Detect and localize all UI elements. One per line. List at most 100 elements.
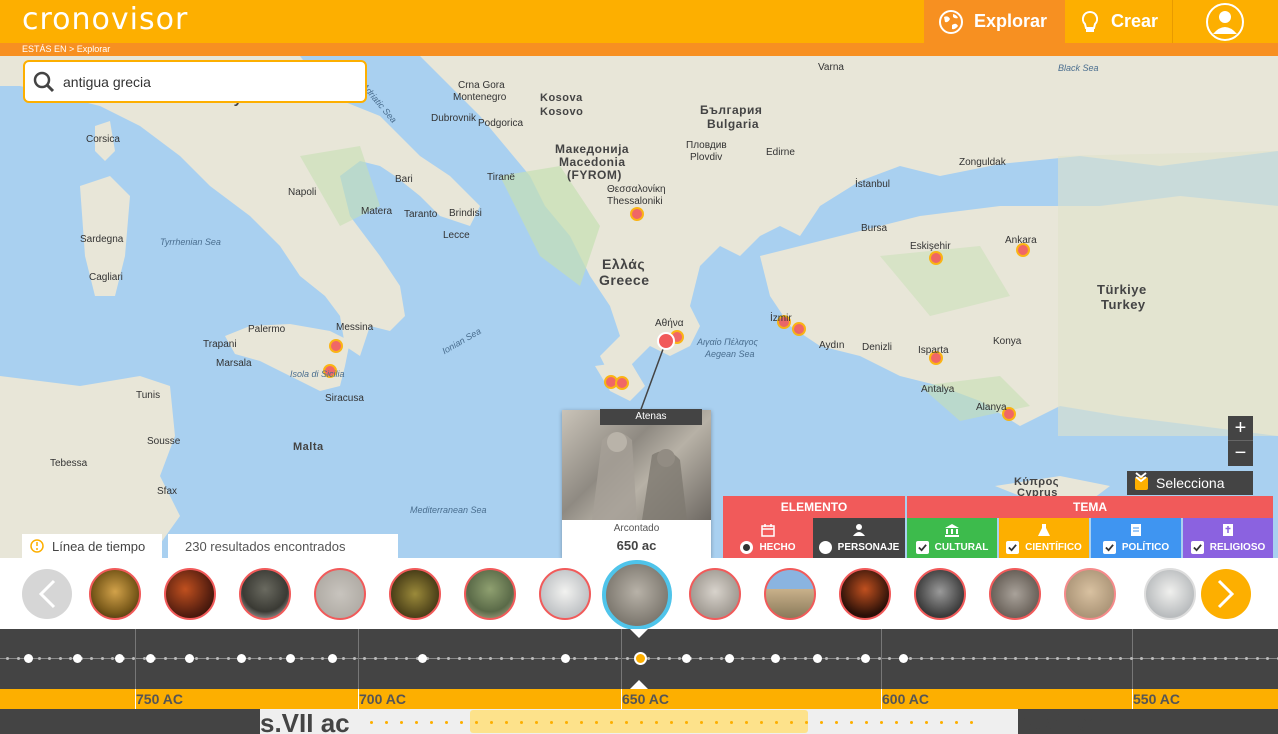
map-label: Brindisi	[449, 208, 482, 219]
result-thumbnail[interactable]	[764, 568, 816, 620]
clock-icon	[30, 539, 44, 553]
filter-cultural[interactable]: CULTURAL	[907, 518, 997, 558]
nav-explorar[interactable]: Explorar	[924, 0, 1065, 43]
result-thumbnail[interactable]	[464, 568, 516, 620]
timeline-track[interactable]	[0, 629, 1278, 689]
filter-hecho[interactable]: HECHO	[723, 518, 813, 558]
user-avatar-button[interactable]	[1205, 2, 1245, 42]
timeline-event-dot[interactable]	[861, 654, 870, 663]
map-label: Türkiye	[1097, 282, 1147, 297]
results-count: 230 resultados encontrados	[168, 534, 398, 558]
result-thumbnail[interactable]	[539, 568, 591, 620]
carousel-prev-button[interactable]	[22, 569, 72, 619]
checkbox-cientifico[interactable]	[1006, 540, 1020, 554]
result-thumbnail[interactable]	[1064, 568, 1116, 620]
timeline-event-dot[interactable]	[561, 654, 570, 663]
cronovisor-app: Varna Black Sea Crna Gora Montenegro Kos…	[0, 0, 1278, 734]
timeline-tick	[857, 657, 860, 660]
timeline-tick	[678, 657, 681, 660]
map-label: Cagliari	[89, 272, 123, 283]
timeline-tick	[1035, 657, 1038, 660]
filter-politico[interactable]: POLÍTICO	[1091, 518, 1181, 558]
timeline-event-dot[interactable]	[418, 654, 427, 663]
nav-explorar-label: Explorar	[974, 11, 1048, 31]
map-label: Antalya	[921, 384, 955, 395]
result-thumbnail[interactable]	[314, 568, 366, 620]
timeline-event-dot[interactable]	[115, 654, 124, 663]
century-event-dot	[400, 721, 403, 724]
result-thumbnail[interactable]	[914, 568, 966, 620]
timeline-event-dot[interactable]	[682, 654, 691, 663]
result-thumbnail[interactable]	[989, 568, 1041, 620]
map-label: Bursa	[861, 223, 888, 234]
century-event-dot	[760, 721, 763, 724]
result-thumbnail[interactable]	[164, 568, 216, 620]
timeline-tick	[69, 657, 72, 660]
filter-religioso[interactable]: RELIGIOSO	[1183, 518, 1273, 558]
timeline-tick	[752, 657, 755, 660]
tab-linea-tiempo[interactable]: Línea de tiempo	[22, 534, 162, 558]
logo[interactable]: cronovisor	[22, 2, 188, 37]
nav-crear[interactable]: Crear	[1065, 0, 1173, 43]
chevron-left-icon	[38, 579, 56, 609]
result-thumbnail[interactable]	[689, 568, 741, 620]
result-thumbnail[interactable]	[389, 568, 441, 620]
timeline-tick	[647, 657, 650, 660]
event-popup[interactable]: Arcontado 650 ac	[562, 410, 711, 558]
timeline-tick	[1056, 657, 1059, 660]
century-event-dot	[565, 721, 568, 724]
map-label: Aydın	[819, 340, 845, 351]
century-label[interactable]: s.VI ac	[1020, 708, 1102, 734]
timeline-tick	[1193, 657, 1196, 660]
map-label: Αθήνα	[655, 318, 684, 329]
timeline-event-dot[interactable]	[813, 654, 822, 663]
timeline-tick	[111, 657, 114, 660]
timeline-event-dot[interactable]	[899, 654, 908, 663]
timeline-event-dot[interactable]	[771, 654, 780, 663]
timeline-event-dot[interactable]	[328, 654, 337, 663]
timeline-event-dot[interactable]	[146, 654, 155, 663]
century-event-dot	[655, 721, 658, 724]
timeline-event-dot-active[interactable]	[634, 652, 647, 665]
timeline-event-dot[interactable]	[185, 654, 194, 663]
breadcrumb-current[interactable]: Explorar	[77, 44, 111, 54]
checkbox-politico[interactable]	[1102, 540, 1116, 554]
timeline-tick	[1182, 657, 1185, 660]
result-thumbnail[interactable]	[1144, 568, 1196, 620]
result-thumbnail[interactable]	[239, 568, 291, 620]
zoom-out-button[interactable]: −	[1228, 441, 1253, 466]
filter-religioso-label: RELIGIOSO	[1209, 541, 1266, 553]
filter-personaje[interactable]: PERSONAJE	[813, 518, 905, 558]
timeline-tick	[573, 657, 576, 660]
search-input[interactable]	[63, 73, 343, 90]
map-label: Sardegna	[80, 234, 124, 245]
timeline-tick	[17, 657, 20, 660]
century-navigator[interactable]: s.VII ac s.VI ac	[0, 708, 1278, 734]
year-label: 650 AC	[622, 691, 669, 707]
timeline-event-dot[interactable]	[286, 654, 295, 663]
timeline-event-dot[interactable]	[73, 654, 82, 663]
zoom-in-button[interactable]: +	[1228, 416, 1253, 441]
carousel-next-button[interactable]	[1201, 569, 1251, 619]
selecciona-toggle[interactable]: Selecciona	[1127, 471, 1253, 495]
timeline-tick	[311, 657, 314, 660]
checkbox-religioso[interactable]	[1190, 540, 1204, 554]
century-label[interactable]: s.VII ac	[260, 708, 350, 734]
timeline-tick	[1224, 657, 1227, 660]
timeline-event-dot[interactable]	[24, 654, 33, 663]
timeline-tick	[1067, 657, 1070, 660]
timeline-event-dot[interactable]	[237, 654, 246, 663]
radio-personaje[interactable]	[818, 540, 832, 554]
tab-linea-label: Línea de tiempo	[52, 538, 146, 554]
map-label: Konya	[993, 336, 1022, 347]
map-label: (FYROM)	[567, 168, 622, 182]
filter-cientifico[interactable]: CIENTÍFICO	[999, 518, 1089, 558]
century-event-dot	[595, 721, 598, 724]
checkbox-cultural[interactable]	[915, 540, 929, 554]
result-thumbnail[interactable]	[89, 568, 141, 620]
result-thumbnail[interactable]	[839, 568, 891, 620]
timeline-event-dot[interactable]	[725, 654, 734, 663]
result-thumbnail-active[interactable]	[602, 560, 672, 630]
century-event-dot	[640, 721, 643, 724]
radio-hecho[interactable]	[740, 540, 754, 554]
